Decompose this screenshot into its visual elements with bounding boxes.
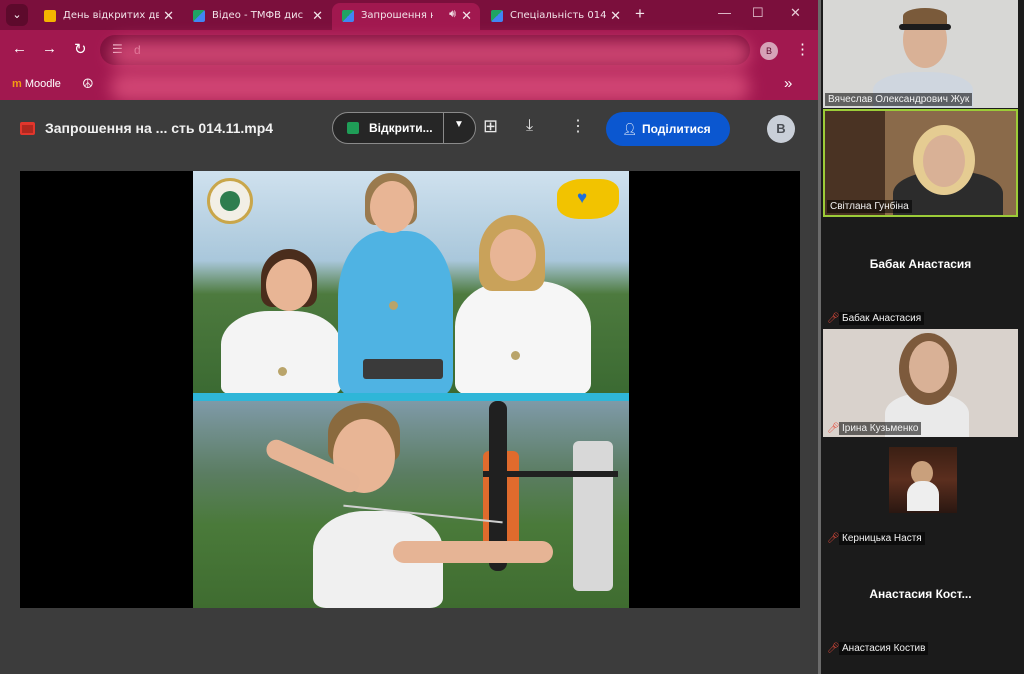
face <box>923 135 965 187</box>
more-bookmarks-icon[interactable]: » <box>784 75 792 92</box>
face <box>490 229 536 281</box>
bookmark-label: Moodle <box>24 78 61 90</box>
download-icon[interactable]: ⤓ <box>526 117 533 135</box>
muted-mic-icon: 🎤︎ <box>827 313 840 324</box>
face <box>266 259 312 311</box>
drive-video-viewer: Запрошення на ... сть 014.11.mp4 Відкрит… <box>0 100 818 674</box>
book <box>363 359 443 379</box>
drive-icon <box>491 10 503 22</box>
participant-name: Ірина Кузьменко <box>839 422 922 435</box>
tab-label: День відкритих дв <box>63 10 159 21</box>
muted-mic-icon: 🎤︎ <box>827 423 840 434</box>
heart-icon: ♥ <box>577 188 588 207</box>
moodle-icon: m <box>12 78 22 90</box>
tab-specialty-014[interactable]: Спеціальність 014 ✕ <box>481 3 629 30</box>
participant-tile-1[interactable]: Вячеслав Олександрович Жук <box>823 0 1018 108</box>
medalists-photo: ♥ <box>193 171 629 395</box>
tab-open-day[interactable]: День відкритих дв ✕ <box>34 3 182 30</box>
participant-name: Вячеслав Олександрович Жук <box>825 93 973 106</box>
open-with-label: Відкрити... <box>369 121 433 135</box>
peace-icon[interactable]: ☮ <box>82 76 94 92</box>
close-tab-icon[interactable]: ✕ <box>312 8 323 24</box>
tab-label: Спеціальність 014 <box>510 10 606 21</box>
medal <box>389 301 398 310</box>
tab-label: Відео - ТМФВ дис <box>212 10 304 21</box>
new-tab-plus-icon[interactable]: + <box>635 4 645 24</box>
participant-display-name: Анастасия Кост... <box>869 587 972 601</box>
participant-tile-6[interactable]: Анастасия Кост... 🎤︎ Анастасия Костив <box>823 549 1018 657</box>
account-avatar[interactable]: B <box>767 115 795 143</box>
share-label: Поділитися <box>642 122 711 136</box>
participant-avatar <box>889 447 957 513</box>
maximize-icon[interactable]: ☐ <box>752 5 764 21</box>
open-with-button[interactable]: Відкрити... ▼ <box>332 112 476 144</box>
muted-mic-icon: 🎤︎ <box>827 643 840 654</box>
muted-mic-icon: 🎤︎ <box>827 533 840 544</box>
athlete-left <box>221 311 341 395</box>
participant-name: Світлана Гунбіна <box>827 200 912 213</box>
redacted-area <box>110 40 750 68</box>
participant-tile-2[interactable]: Світлана Гунбіна <box>823 109 1018 217</box>
slides-icon <box>44 10 56 22</box>
app-icon <box>347 122 359 134</box>
redacted-area <box>110 72 750 102</box>
headset-icon <box>899 24 951 30</box>
medal <box>278 367 287 376</box>
panel-divider <box>818 0 821 674</box>
university-emblem <box>207 178 253 224</box>
screen: ⌄ День відкритих дв ✕ Відео - ТМФВ дис ✕… <box>0 0 1024 674</box>
drive-icon <box>342 10 354 22</box>
close-window-icon[interactable]: ✕ <box>790 5 801 21</box>
spectator <box>573 441 613 591</box>
dropdown-arrow-icon[interactable]: ▼ <box>454 119 464 130</box>
video-frame[interactable]: ♥ <box>193 171 629 608</box>
face <box>909 341 949 393</box>
archer-photo <box>193 401 629 608</box>
video-player[interactable]: ♥ <box>20 171 800 608</box>
add-person-icon: 👤︎ <box>622 122 638 136</box>
back-arrow-icon[interactable]: ← <box>12 40 27 57</box>
drive-icon <box>193 10 205 22</box>
athlete-right <box>455 281 591 395</box>
participant-name: Керницька Настя <box>839 532 925 545</box>
medal <box>511 351 520 360</box>
participant-name: Бабак Анастасия <box>839 312 925 325</box>
add-shortcut-icon[interactable]: ⊞ <box>483 116 498 137</box>
archer-arm <box>393 541 553 563</box>
divider <box>443 113 444 143</box>
video-call-panel: Вячеслав Олександрович Жук Світлана Гунб… <box>818 0 1024 674</box>
participant-tile-3[interactable]: Бабак Анастасия 🎤︎ Бабак Анастасия <box>823 219 1018 327</box>
speaker-icon[interactable]: 🔊︎ <box>449 8 456 21</box>
tab-invitation[interactable]: Запрошення н 🔊︎ ✕ <box>332 3 480 30</box>
bow-stabilizer <box>483 471 618 477</box>
body <box>907 481 939 511</box>
close-tab-icon[interactable]: ✕ <box>461 8 472 24</box>
more-actions-icon[interactable]: ⋮ <box>570 116 586 136</box>
participant-tile-5[interactable]: 🎤︎ Керницька Настя <box>823 439 1018 547</box>
face <box>370 181 414 233</box>
participant-tile-4[interactable]: 🎤︎ Ірина Кузьменко <box>823 329 1018 437</box>
participant-name: Анастасия Костив <box>839 642 929 655</box>
browser-window: ⌄ День відкритих дв ✕ Відео - ТМФВ дис ✕… <box>0 0 818 674</box>
tab-search-chevron-icon[interactable]: ⌄ <box>6 4 28 26</box>
browser-menu-icon[interactable]: ⋮ <box>795 40 810 58</box>
reload-icon[interactable]: ↻ <box>74 40 87 58</box>
profile-avatar[interactable]: B <box>760 42 778 60</box>
bookmark-moodle[interactable]: m Moodle <box>12 78 61 90</box>
share-button[interactable]: 👤︎ Поділитися <box>606 112 730 146</box>
divider-band <box>193 393 629 401</box>
participant-display-name: Бабак Анастасия <box>869 257 972 271</box>
minimize-icon[interactable]: — <box>718 5 731 20</box>
close-tab-icon[interactable]: ✕ <box>163 8 174 24</box>
tab-strip: ⌄ День відкритих дв ✕ Відео - ТМФВ дис ✕… <box>0 0 818 30</box>
ukraine-map-icon <box>557 179 619 219</box>
video-file-icon <box>20 122 35 135</box>
tab-video-tmfv[interactable]: Відео - ТМФВ дис ✕ <box>183 3 331 30</box>
forward-arrow-icon[interactable]: → <box>42 40 57 57</box>
file-name: Запрошення на ... сть 014.11.mp4 <box>45 120 274 136</box>
close-tab-icon[interactable]: ✕ <box>610 8 621 24</box>
hair <box>903 8 947 24</box>
tab-label: Запрошення н <box>361 10 433 21</box>
